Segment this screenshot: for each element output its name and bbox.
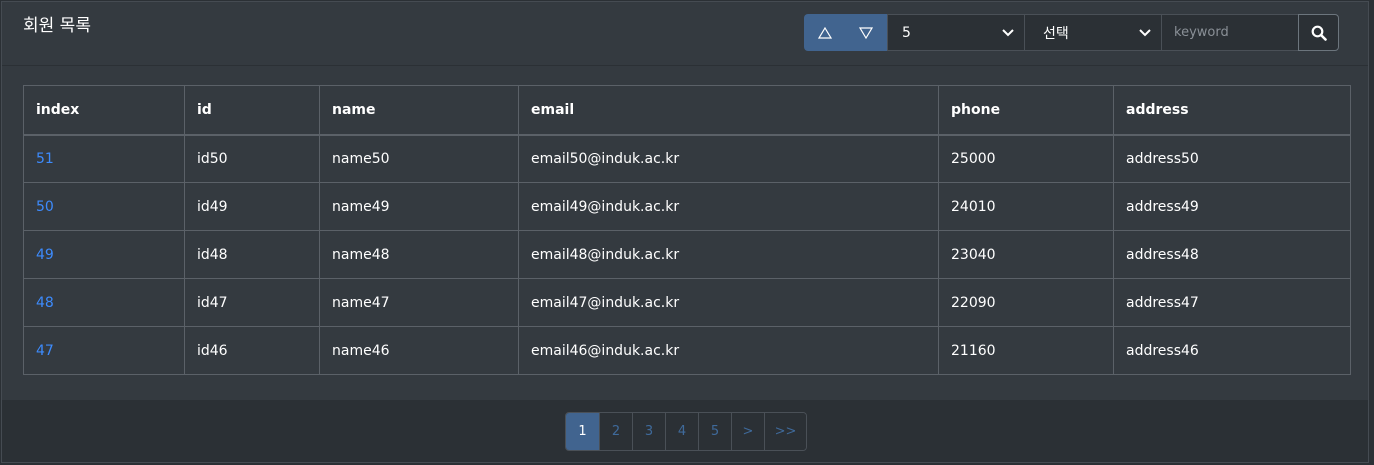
name-cell: name46: [319, 326, 519, 375]
name-cell: name48: [319, 230, 519, 279]
table-row: 50 id49 name49 email49@induk.ac.kr 24010…: [23, 182, 1351, 231]
column-header-name: name: [319, 85, 519, 136]
table-row: 49 id48 name48 email48@induk.ac.kr 23040…: [23, 230, 1351, 279]
index-link[interactable]: 49: [36, 247, 54, 263]
page-title: 회원 목록: [23, 16, 91, 36]
name-cell: name49: [319, 182, 519, 231]
phone-cell: 25000: [938, 134, 1114, 183]
email-cell: email47@induk.ac.kr: [518, 278, 939, 327]
column-header-address: address: [1113, 85, 1351, 136]
address-cell: address50: [1113, 134, 1351, 183]
page-link-2[interactable]: 2: [599, 413, 632, 450]
column-header-email: email: [518, 85, 939, 136]
card-footer: 1 2 3 4 5 > >>: [2, 400, 1368, 462]
triangle-down-icon: [858, 26, 873, 39]
address-cell: address47: [1113, 278, 1351, 327]
table-row: 47 id46 name46 email46@induk.ac.kr 21160…: [23, 326, 1351, 375]
email-cell: email50@induk.ac.kr: [518, 134, 939, 183]
id-cell: id46: [184, 326, 320, 375]
page-link-4[interactable]: 4: [665, 413, 698, 450]
page-link-3[interactable]: 3: [632, 413, 665, 450]
index-link[interactable]: 48: [36, 295, 54, 311]
keyword-input[interactable]: [1161, 14, 1300, 51]
index-cell: 51: [23, 134, 185, 183]
phone-cell: 21160: [938, 326, 1114, 375]
id-cell: id50: [184, 134, 320, 183]
address-cell: address48: [1113, 230, 1351, 279]
id-cell: id47: [184, 278, 320, 327]
column-header-id: id: [184, 85, 320, 136]
last-page-button[interactable]: >>: [764, 413, 806, 450]
phone-cell: 24010: [938, 182, 1114, 231]
index-cell: 47: [23, 326, 185, 375]
chevron-down-icon: [1139, 28, 1151, 36]
address-cell: address49: [1113, 182, 1351, 231]
column-header-index: index: [23, 85, 185, 136]
email-cell: email49@induk.ac.kr: [518, 182, 939, 231]
pagination: 1 2 3 4 5 > >>: [565, 412, 807, 451]
phone-cell: 22090: [938, 278, 1114, 327]
id-cell: id48: [184, 230, 320, 279]
table-row: 51 id50 name50 email50@induk.ac.kr 25000…: [23, 134, 1351, 183]
index-link[interactable]: 51: [36, 151, 54, 167]
search-icon: [1311, 25, 1327, 41]
page-link-1[interactable]: 1: [566, 413, 599, 450]
index-link[interactable]: 47: [36, 343, 54, 359]
name-cell: name50: [319, 134, 519, 183]
name-cell: name47: [319, 278, 519, 327]
table-header-row: index id name email phone address: [23, 85, 1351, 136]
id-cell: id49: [184, 182, 320, 231]
card-header: 회원 목록 5 선택: [2, 2, 1368, 66]
sort-ascending-button[interactable]: [804, 14, 845, 51]
page-link-5[interactable]: 5: [698, 413, 731, 450]
sort-descending-button[interactable]: [845, 14, 886, 51]
email-cell: email46@induk.ac.kr: [518, 326, 939, 375]
next-page-button[interactable]: >: [731, 413, 764, 450]
search-button[interactable]: [1298, 14, 1339, 51]
card-body: index id name email phone address 51 id5…: [2, 66, 1368, 400]
search-field-select[interactable]: 선택: [1024, 14, 1162, 51]
sort-button-group: [804, 14, 887, 51]
table-row: 48 id47 name47 email47@induk.ac.kr 22090…: [23, 278, 1351, 327]
email-cell: email48@induk.ac.kr: [518, 230, 939, 279]
phone-cell: 23040: [938, 230, 1114, 279]
column-header-phone: phone: [938, 85, 1114, 136]
search-field-value: 선택: [1043, 25, 1069, 42]
page-size-value: 5: [902, 24, 911, 41]
member-list-card: 회원 목록 5 선택 keyword index id name email p…: [1, 1, 1369, 463]
page-size-select[interactable]: 5: [887, 14, 1025, 51]
index-cell: 50: [23, 182, 185, 231]
triangle-up-icon: [817, 26, 832, 39]
chevron-down-icon: [1002, 28, 1014, 36]
address-cell: address46: [1113, 326, 1351, 375]
index-cell: 48: [23, 278, 185, 327]
index-cell: 49: [23, 230, 185, 279]
member-table: index id name email phone address 51 id5…: [23, 85, 1351, 375]
index-link[interactable]: 50: [36, 199, 54, 215]
